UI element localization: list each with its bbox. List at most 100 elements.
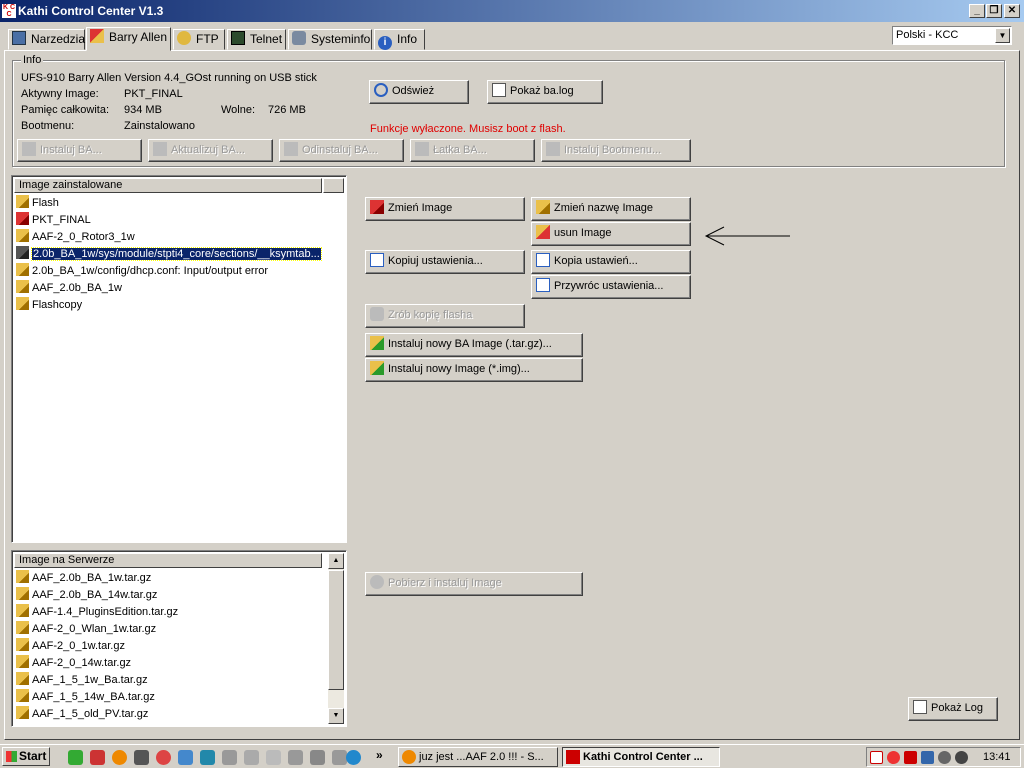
delete-pencil-icon xyxy=(536,225,550,239)
installed-images-list[interactable]: Image zainstalowane Flash PKT_FINAL AAF-… xyxy=(11,175,347,543)
install-ba-image-button[interactable]: Instaluj nowy BA Image (.tar.gz)... xyxy=(365,333,583,357)
volume-icon[interactable] xyxy=(955,751,968,764)
list-item[interactable]: AAF_2.0b_BA_1w.tar.gz xyxy=(16,570,151,586)
restore-button[interactable]: ❐ xyxy=(986,4,1002,18)
quicklaunch-icon[interactable] xyxy=(288,750,303,765)
list-item[interactable]: 2.0b_BA_1w/config/dhcp.conf: Input/outpu… xyxy=(16,263,268,279)
restore-settings-button[interactable]: Przywróc ustawienia... xyxy=(531,275,691,299)
memory-value: 934 MB xyxy=(124,104,162,116)
list-item[interactable]: AAF-1.4_PluginsEdition.tar.gz xyxy=(16,604,178,620)
list-item[interactable]: AAF_2.0b_BA_14w.tar.gz xyxy=(16,587,157,603)
server-list-scrollbar[interactable]: ▲ ▼ xyxy=(328,553,344,724)
network-icon[interactable] xyxy=(921,751,934,764)
info-legend: Info xyxy=(21,54,44,66)
firefox-icon xyxy=(402,750,416,764)
list-item[interactable]: AAF-2_0_1w.tar.gz xyxy=(16,638,125,654)
minimize-button[interactable]: _ xyxy=(969,4,985,18)
pencil-icon xyxy=(16,621,29,634)
pencil-icon xyxy=(16,604,29,617)
change-image-button[interactable]: Zmień Image xyxy=(365,197,525,221)
quicklaunch-icon[interactable] xyxy=(90,750,105,765)
scroll-thumb[interactable] xyxy=(328,570,344,690)
installed-list-header-filler xyxy=(323,178,344,193)
refresh-button[interactable]: Odśwież xyxy=(369,80,469,104)
rename-image-button[interactable]: Zmień nazwę Image xyxy=(531,197,691,221)
delete-image-button[interactable]: usun Image xyxy=(531,222,691,246)
start-button[interactable]: Start xyxy=(2,747,50,766)
tab-narzedzia[interactable]: Narzedzia xyxy=(8,29,85,50)
chevron-down-icon[interactable]: ▼ xyxy=(995,28,1010,43)
clock[interactable]: 13:41 xyxy=(983,751,1011,763)
pencil-icon xyxy=(153,142,167,156)
list-item[interactable]: AAF_1_5_old_PV.tar.gz xyxy=(16,706,148,722)
quicklaunch-icon[interactable] xyxy=(134,750,149,765)
language-select[interactable]: Polski - KCC ▼ xyxy=(892,26,1012,45)
pencil-icon xyxy=(415,142,429,156)
list-item[interactable]: Flash xyxy=(16,195,59,211)
quicklaunch-icon[interactable] xyxy=(266,750,281,765)
quicklaunch-icon[interactable] xyxy=(68,750,83,765)
copy-settings-button[interactable]: Kopiuj ustawienia... xyxy=(365,250,525,274)
tab-telnet[interactable]: Telnet xyxy=(227,29,286,50)
memory-label: Pamięc całkowita: xyxy=(21,104,110,116)
quicklaunch-icon[interactable] xyxy=(332,750,347,765)
close-button[interactable]: ✕ xyxy=(1004,4,1020,18)
settings-copy-button[interactable]: Kopia ustawień... xyxy=(531,250,691,274)
server-list-header[interactable]: Image na Serwerze xyxy=(14,553,322,568)
tab-info[interactable]: i Info xyxy=(374,29,425,50)
show-ba-log-button[interactable]: Pokaż ba.log xyxy=(487,80,603,104)
scroll-down-icon[interactable]: ▼ xyxy=(328,708,344,724)
flash-backup-button[interactable]: Zrób kopię flasha xyxy=(365,304,525,328)
tab-systeminfo[interactable]: Systeminfo xyxy=(288,29,372,50)
uninstall-ba-button[interactable]: Odinstaluj BA... xyxy=(279,139,404,162)
taskbar-overflow[interactable]: » xyxy=(376,748,383,762)
list-item-selected[interactable]: 2.0b_BA_1w/sys/module/stpti4_core/sectio… xyxy=(16,246,322,262)
tab-ftp[interactable]: FTP xyxy=(173,29,225,50)
pencil-icon xyxy=(16,570,29,583)
list-item[interactable]: AAF_1_5_1w_Ba.tar.gz xyxy=(16,672,148,688)
server-images-list[interactable]: Image na Serwerze AAF_2.0b_BA_1w.tar.gz … xyxy=(11,550,347,727)
quicklaunch-icon[interactable] xyxy=(200,750,215,765)
pencil-icon xyxy=(16,212,29,225)
tab-barry-allen[interactable]: Barry Allen xyxy=(86,27,171,51)
quicklaunch-icon[interactable] xyxy=(310,750,325,765)
free-value: 726 MB xyxy=(268,104,306,116)
show-log-button[interactable]: Pokaż Log xyxy=(908,697,998,721)
update-ba-button[interactable]: Aktualizuj BA... xyxy=(148,139,273,162)
tray-icon[interactable] xyxy=(887,751,900,764)
tray-icon[interactable] xyxy=(938,751,951,764)
title-bar[interactable]: K C C Kathi Control Center V1.3 _ ❐ ✕ xyxy=(0,0,1024,22)
list-item[interactable]: AAF_1_5_14w_BA.tar.gz xyxy=(16,689,155,705)
download-install-button[interactable]: Pobierz i instaluj Image xyxy=(365,572,583,596)
pencil-icon xyxy=(284,142,298,156)
install-bootmenu-button[interactable]: Instaluj Bootmenu... xyxy=(541,139,691,162)
taskbar-button-kcc[interactable]: Kathi Control Center ... xyxy=(562,747,720,767)
install-ba-button[interactable]: Instaluj BA... xyxy=(17,139,142,162)
list-item[interactable]: AAF-2_0_14w.tar.gz xyxy=(16,655,131,671)
taskbar-button-browser[interactable]: juz jest ...AAF 2.0 !!! - S... xyxy=(398,747,558,767)
list-item[interactable]: PKT_FINAL xyxy=(16,212,91,228)
pencil-icon xyxy=(16,672,29,685)
scroll-up-icon[interactable]: ▲ xyxy=(328,553,344,569)
install-image-button[interactable]: Instaluj nowy Image (*.img)... xyxy=(365,358,583,382)
warning-text: Funkcje wyłaczone. Musisz boot z flash. xyxy=(370,123,566,135)
active-image-value: PKT_FINAL xyxy=(124,88,183,100)
tray-icon[interactable] xyxy=(904,751,917,764)
pencil-icon xyxy=(16,263,29,276)
document-icon xyxy=(536,278,550,292)
list-item[interactable]: AAF-2_0_Wlan_1w.tar.gz xyxy=(16,621,156,637)
bootmenu-value: Zainstalowano xyxy=(124,120,195,132)
internet-explorer-icon[interactable] xyxy=(346,750,361,765)
quicklaunch-icon[interactable] xyxy=(178,750,193,765)
patch-ba-button[interactable]: Łatka BA... xyxy=(410,139,535,162)
list-item[interactable]: Flashcopy xyxy=(16,297,82,313)
list-item[interactable]: AAF_2.0b_BA_1w xyxy=(16,280,122,296)
quicklaunch-icon[interactable] xyxy=(222,750,237,765)
tray-icon[interactable] xyxy=(870,751,883,764)
pencil-icon xyxy=(16,246,29,259)
firefox-icon[interactable] xyxy=(112,750,127,765)
quicklaunch-icon[interactable] xyxy=(156,750,171,765)
quicklaunch-icon[interactable] xyxy=(244,750,259,765)
list-item[interactable]: AAF-2_0_Rotor3_1w xyxy=(16,229,135,245)
installed-list-header[interactable]: Image zainstalowane xyxy=(14,178,322,193)
